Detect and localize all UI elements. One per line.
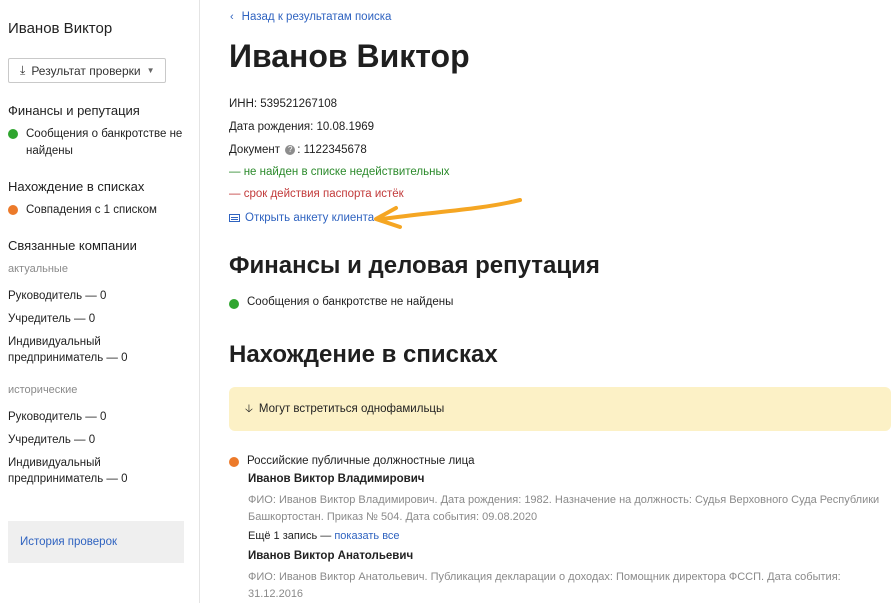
status-ok-dot bbox=[8, 129, 18, 139]
more-records-text: Ещё 1 запись — bbox=[248, 530, 335, 542]
open-client-form-label: Открыть анкету клиента bbox=[245, 212, 375, 224]
sidebar-finance-heading[interactable]: Финансы и репутация bbox=[8, 103, 140, 118]
sidebar-lists-status: Совпадения с 1 списком bbox=[8, 202, 188, 219]
history-link[interactable]: История проверок bbox=[8, 521, 184, 563]
more-records: Ещё 1 запись — показать все bbox=[248, 530, 400, 542]
annotation-arrow-icon bbox=[374, 198, 522, 229]
document-validity-ok: — не найден в списке недействительных bbox=[229, 166, 450, 178]
document-label: Документ bbox=[229, 144, 281, 156]
document-value: : 1122345678 bbox=[297, 144, 367, 156]
back-to-results-link[interactable]: ‹ Назад к результатам поиска bbox=[230, 11, 391, 23]
sidebar-companies-heading[interactable]: Связанные компании bbox=[8, 238, 137, 253]
companies-actual-founder: Учредитель — 0 bbox=[8, 313, 96, 325]
result-dropdown-button[interactable]: ⤓ Результат проверки ▼ bbox=[8, 58, 166, 83]
namesakes-banner-text: Могут встретиться однофамильцы bbox=[258, 403, 445, 415]
lists-section-heading: Нахождение в списках bbox=[229, 341, 498, 368]
download-icon: ⤓ bbox=[20, 63, 26, 77]
sidebar-person-name: Иванов Виктор bbox=[8, 20, 113, 37]
list-name: Российские публичные должностные лица bbox=[247, 455, 475, 467]
page-title: Иванов Виктор bbox=[229, 38, 470, 74]
companies-actual-director: Руководитель — 0 bbox=[8, 290, 107, 302]
show-all-link[interactable]: показать все bbox=[334, 530, 399, 542]
status-ok-dot bbox=[229, 299, 239, 309]
sidebar-finance-status-text: Сообщения о банкротстве не найдены bbox=[26, 128, 183, 157]
sidebar: Иванов Виктор ⤓ Результат проверки ▼ Фин… bbox=[0, 0, 200, 603]
finance-status-text: Сообщения о банкротстве не найдены bbox=[247, 296, 454, 308]
chevron-left-icon: ‹ bbox=[230, 11, 234, 23]
question-icon[interactable]: ? bbox=[285, 144, 296, 155]
chevron-down-icon: ▼ bbox=[146, 66, 155, 75]
finance-section-heading: Финансы и деловая репутация bbox=[229, 252, 600, 279]
namesakes-banner[interactable]: 🡣 Могут встретиться однофамильцы bbox=[229, 387, 891, 431]
sidebar-finance-status: Сообщения о банкротстве не найдены bbox=[8, 126, 188, 160]
status-warning-dot bbox=[229, 457, 239, 467]
result-dropdown-label: Результат проверки bbox=[31, 63, 141, 78]
companies-historic-founder: Учредитель — 0 bbox=[8, 434, 96, 446]
list-match: Российские публичные должностные лица bbox=[229, 454, 889, 468]
companies-historic-label: исторические bbox=[8, 384, 78, 396]
match-person-name: Иванов Виктор Анатольевич bbox=[248, 550, 414, 562]
list-match-header: Российские публичные должностные лица bbox=[229, 454, 889, 468]
match-description: ФИО: Иванов Виктор Анатольевич. Публикац… bbox=[248, 571, 841, 600]
document-field: Документ ?: 1122345678 bbox=[229, 144, 367, 156]
card-icon bbox=[229, 214, 240, 222]
inn-field: ИНН: 539521267108 bbox=[229, 98, 338, 110]
arrow-down-icon: 🡣 bbox=[245, 402, 253, 415]
match-description: ФИО: Иванов Виктор Владимирович. Дата ро… bbox=[248, 494, 880, 523]
finance-status: Сообщения о банкротстве не найдены bbox=[229, 296, 453, 309]
companies-actual-entrepreneur: Индивидуальный предприниматель — 0 bbox=[8, 336, 128, 364]
sidebar-lists-status-text: Совпадения с 1 списком bbox=[26, 204, 157, 216]
companies-historic-entrepreneur: Индивидуальный предприниматель — 0 bbox=[8, 457, 128, 485]
back-to-results-label: Назад к результатам поиска bbox=[241, 11, 392, 23]
birth-date-field: Дата рождения: 10.08.1969 bbox=[229, 121, 375, 133]
status-warning-dot bbox=[8, 205, 18, 215]
sidebar-lists-heading[interactable]: Нахождение в списках bbox=[8, 179, 144, 194]
match-person-name: Иванов Виктор Владимирович bbox=[248, 473, 425, 485]
open-client-form-link[interactable]: Открыть анкету клиента bbox=[229, 212, 374, 224]
companies-actual-label: актуальные bbox=[8, 263, 68, 275]
companies-historic-director: Руководитель — 0 bbox=[8, 411, 107, 423]
